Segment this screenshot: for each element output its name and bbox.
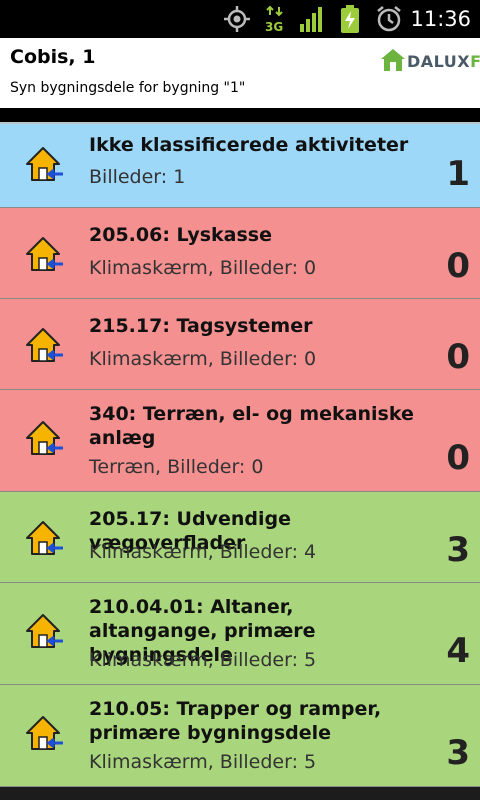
page-title: Cobis, 1 [10, 46, 96, 68]
clock: 11:36 [410, 7, 471, 31]
item-count: 3 [446, 530, 470, 570]
item-meta: Klimaskærm, Billeder: 4 [89, 541, 317, 563]
house-arrow-icon [26, 328, 63, 362]
logo-text-fm: FM [470, 52, 480, 71]
house-arrow-icon [26, 614, 63, 648]
item-meta: Terræn, Billeder: 0 [89, 456, 264, 478]
item-meta: Klimaskærm, Billeder: 5 [89, 751, 317, 773]
item-meta: Billeder: 1 [89, 166, 186, 188]
item-name: 210.05: Trapper og ramper, primære bygni… [89, 698, 382, 744]
item-meta: Klimaskærm, Billeder: 0 [89, 348, 317, 370]
house-arrow-icon [26, 237, 63, 271]
item-name: 340: Terræn, el- og mekaniske anlæg [89, 403, 414, 449]
network-label: 3G [265, 20, 283, 33]
gps-icon [224, 6, 250, 32]
alarm-icon [377, 6, 401, 32]
status-bar: 3G 11:36 [0, 0, 480, 38]
building-parts-list: Ikke klassificerede aktiviteter Billeder… [0, 124, 480, 787]
item-meta: Klimaskærm, Billeder: 5 [89, 649, 317, 671]
list-item[interactable]: 205.17: Udvendige vægoverflader Klimaskæ… [0, 492, 480, 583]
item-name: Ikke klassificerede aktiviteter [89, 134, 409, 156]
list-item[interactable]: 210.05: Trapper og ramper, primære bygni… [0, 685, 480, 787]
list-item[interactable]: 210.04.01: Altaner, altangange, primære … [0, 583, 480, 685]
3g-data-icon: 3G [265, 5, 283, 33]
item-count: 0 [446, 337, 470, 377]
logo-house-icon [381, 49, 405, 71]
app-header: Cobis, 1 Syn bygningsdele for bygning "1… [0, 38, 480, 108]
house-arrow-icon [26, 147, 63, 181]
dalux-fm-logo: DALUXFM [380, 48, 480, 76]
item-name: 215.17: Tagsystemer [89, 315, 313, 337]
battery-charging-icon [341, 5, 359, 33]
list-item[interactable]: 215.17: Tagsystemer Klimaskærm, Billeder… [0, 299, 480, 390]
item-count: 0 [446, 438, 470, 478]
list-item[interactable]: Ikke klassificerede aktiviteter Billeder… [0, 124, 480, 208]
item-count: 1 [446, 154, 470, 194]
house-arrow-icon [26, 716, 63, 750]
item-count: 0 [446, 246, 470, 286]
list-item[interactable]: 205.06: Lyskasse Klimaskærm, Billeder: 0… [0, 208, 480, 299]
item-count: 3 [446, 733, 470, 773]
item-name: 205.06: Lyskasse [89, 224, 273, 246]
house-arrow-icon [26, 421, 63, 455]
house-arrow-icon [26, 521, 63, 555]
logo-text-dalux: DALUX [407, 52, 471, 71]
item-count: 4 [446, 631, 470, 671]
list-item[interactable]: 340: Terræn, el- og mekaniske anlæg Terr… [0, 390, 480, 492]
signal-icon [300, 7, 322, 32]
item-meta: Klimaskærm, Billeder: 0 [89, 257, 317, 279]
header-divider [0, 108, 480, 125]
page-subtitle: Syn bygningsdele for bygning "1" [10, 80, 246, 96]
